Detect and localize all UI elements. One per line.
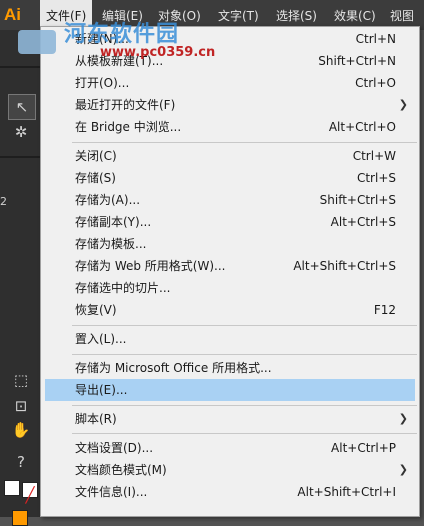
menu-item-close[interactable]: 关闭(C) Ctrl+W <box>42 145 418 167</box>
menu-item-label: 存储为 Web 所用格式(W)... <box>75 259 226 273</box>
menu-item-shortcut: Ctrl+W <box>352 149 396 163</box>
menu-item-label: 存储选中的切片... <box>75 281 171 295</box>
menu-item-shortcut: Shift+Ctrl+S <box>319 193 396 207</box>
watermark-title: 河东软件园 <box>64 22 180 47</box>
menu-separator <box>72 354 417 355</box>
menu-separator <box>72 325 417 326</box>
menu-item-save-selected-slices[interactable]: 存储选中的切片... <box>42 277 418 299</box>
menu-item-save-for-office[interactable]: 存储为 Microsoft Office 所用格式... <box>42 357 418 379</box>
menu-item-save-as[interactable]: 存储为(A)... Shift+Ctrl+S <box>42 189 418 211</box>
menu-separator <box>72 405 417 406</box>
menu-item-shortcut: Alt+Ctrl+S <box>330 215 396 229</box>
menu-item-save-copy[interactable]: 存储副本(Y)... Alt+Ctrl+S <box>42 211 418 233</box>
menu-separator <box>72 142 417 143</box>
menu-item-label: 导出(E)... <box>75 383 128 397</box>
menu-item-shortcut: Alt+Shift+Ctrl+S <box>293 259 396 273</box>
menu-item-label: 最近打开的文件(F) <box>75 98 176 112</box>
menu-item-place[interactable]: 置入(L)... <box>42 328 418 350</box>
menu-item-label: 存储为(A)... <box>75 193 141 207</box>
menu-item-label: 存储副本(Y)... <box>75 215 152 229</box>
menu-item-file-info[interactable]: 文件信息(I)... Alt+Shift+Ctrl+I <box>42 481 418 503</box>
tool-panel: ↖ ✲ 2 ⬚ ⊡ ✋ ? ╱ <box>0 30 40 526</box>
menu-item-label: 打开(O)... <box>75 76 130 90</box>
menu-item-revert[interactable]: 恢复(V) F12 <box>42 299 418 321</box>
help-icon[interactable]: ? <box>8 450 34 474</box>
menu-item-shortcut: Ctrl+N <box>355 32 396 46</box>
stroke-swatch-icon[interactable]: ╱ <box>22 482 38 504</box>
menu-item-open[interactable]: 打开(O)... Ctrl+O <box>42 72 418 94</box>
menu-item-recent-files[interactable]: 最近打开的文件(F) ❯ <box>42 94 418 116</box>
submenu-arrow-icon: ❯ <box>398 412 408 425</box>
menu-item-document-setup[interactable]: 文档设置(D)... Alt+Ctrl+P <box>42 437 418 459</box>
selection-tool-icon[interactable]: ↖ <box>8 94 36 120</box>
file-menu-dropdown: 新建(N)... Ctrl+N 从模板新建(T)... Shift+Ctrl+N… <box>40 26 420 517</box>
submenu-arrow-icon: ❯ <box>398 98 408 111</box>
magic-wand-icon[interactable]: ✲ <box>8 120 34 144</box>
menu-item-new-from-template[interactable]: 从模板新建(T)... Shift+Ctrl+N <box>42 50 418 72</box>
menu-item-label: 存储为模板... <box>75 237 147 251</box>
menu-item-export[interactable]: 导出(E)... <box>45 379 415 401</box>
menu-item-label: 脚本(R) <box>75 412 117 426</box>
panel-number: 2 <box>0 195 7 208</box>
fill-swatch[interactable] <box>4 480 20 496</box>
menu-item-label: 在 Bridge 中浏览... <box>75 120 182 134</box>
menu-item-save[interactable]: 存储(S) Ctrl+S <box>42 167 418 189</box>
menu-item-label: 置入(L)... <box>75 332 127 346</box>
menu-item-browse-bridge[interactable]: 在 Bridge 中浏览... Alt+Ctrl+O <box>42 116 418 138</box>
menu-item-save-for-web[interactable]: 存储为 Web 所用格式(W)... Alt+Shift+Ctrl+S <box>42 255 418 277</box>
hand-tool-icon[interactable]: ✋ <box>8 418 34 442</box>
menu-item-label: 文件信息(I)... <box>75 485 148 499</box>
color-mode-swatch[interactable] <box>12 510 28 526</box>
watermark-badge <box>18 30 56 54</box>
menu-item-document-color-mode[interactable]: 文档颜色模式(M) ❯ <box>42 459 418 481</box>
menu-separator <box>72 433 417 434</box>
artboard-tool-icon-2[interactable]: ⊡ <box>8 394 34 418</box>
submenu-arrow-icon: ❯ <box>398 463 408 476</box>
menu-item-scripts[interactable]: 脚本(R) ❯ <box>42 408 418 430</box>
menu-item-label: 存储(S) <box>75 171 116 185</box>
menu-item-shortcut: Shift+Ctrl+N <box>318 54 396 68</box>
menu-item-shortcut: Ctrl+S <box>356 171 396 185</box>
menu-item-shortcut: Alt+Ctrl+O <box>328 120 396 134</box>
menu-item-label: 文档设置(D)... <box>75 441 154 455</box>
menu-item-shortcut: F12 <box>373 303 396 317</box>
watermark-url: www.pc0359.cn <box>100 45 216 60</box>
menu-item-label: 恢复(V) <box>75 303 117 317</box>
menu-item-label: 关闭(C) <box>75 149 117 163</box>
menu-item-label: 文档颜色模式(M) <box>75 463 167 477</box>
menu-item-shortcut: Ctrl+O <box>355 76 396 90</box>
artboard-tool-icon[interactable]: ⬚ <box>8 368 34 392</box>
menu-item-shortcut: Alt+Shift+Ctrl+I <box>297 485 396 499</box>
menu-item-save-as-template[interactable]: 存储为模板... <box>42 233 418 255</box>
app-logo: Ai <box>4 5 21 24</box>
menu-item-shortcut: Alt+Ctrl+P <box>331 441 396 455</box>
menu-item-label: 存储为 Microsoft Office 所用格式... <box>75 361 272 375</box>
